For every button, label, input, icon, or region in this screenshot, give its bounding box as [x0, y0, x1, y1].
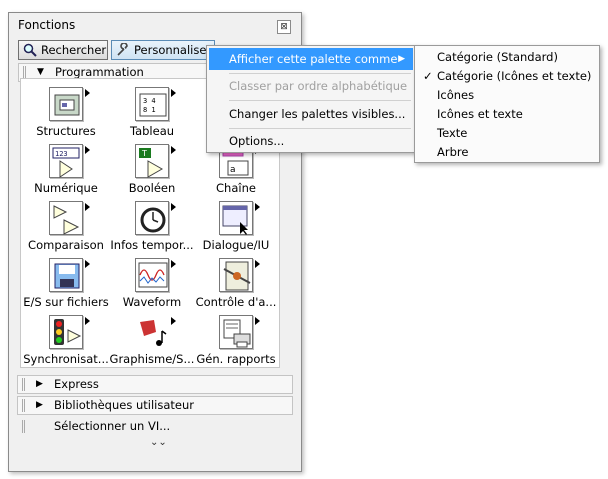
structures-icon	[49, 87, 90, 121]
grip-handle	[22, 378, 25, 391]
palette-item-graphics-sound[interactable]: Graphisme/S...	[109, 313, 195, 370]
palette-item-timing[interactable]: Infos tempor...	[109, 199, 195, 256]
wrench-icon	[117, 43, 128, 56]
palette-item-label: Structures	[36, 124, 96, 138]
svg-text:3 4: 3 4	[143, 97, 156, 105]
waveform-icon	[135, 258, 176, 292]
svg-text:T: T	[141, 149, 147, 158]
customize-button-label: Personnaliser	[134, 43, 212, 57]
palette-item-label: Synchronisat...	[23, 352, 109, 366]
customize-button[interactable]: Personnaliser	[111, 40, 215, 60]
palette-item-label: Chaîne	[216, 181, 256, 195]
palette-item-comparison[interactable]: Comparaison	[23, 199, 109, 256]
palette-item-app-control[interactable]: Contrôle d'a...	[193, 256, 279, 313]
section-user-libraries[interactable]: ▶ Bibliothèques utilisateur	[17, 396, 293, 415]
context-menu: Afficher cette palette comme ▶ Classer p…	[206, 45, 416, 153]
palette-item-dialog[interactable]: Dialogue/IU	[193, 199, 279, 256]
submenu-item-category-standard[interactable]: Catégorie (Standard)	[417, 48, 597, 67]
menu-separator	[229, 128, 411, 129]
submenu-item-label: Catégorie (Icônes et texte)	[437, 69, 592, 83]
section-user-libraries-label: Bibliothèques utilisateur	[54, 398, 195, 412]
select-vi-label: Sélectionner un VI...	[54, 419, 171, 433]
palette-item-label: Dialogue/IU	[202, 238, 270, 252]
palette-item-label: E/S sur fichiers	[23, 295, 109, 309]
submenu-item-label: Icônes	[437, 88, 475, 102]
close-button[interactable]: ⊠	[277, 20, 291, 34]
timing-icon	[135, 201, 176, 235]
report-generation-icon	[219, 315, 260, 349]
app-control-icon	[219, 258, 260, 292]
palette-item-waveform[interactable]: Waveform	[109, 256, 195, 313]
view-as-submenu: Catégorie (Standard) ✓ Catégorie (Icônes…	[414, 45, 600, 163]
palette-item-numeric[interactable]: 123 Numérique	[23, 142, 109, 199]
comparison-icon	[49, 201, 90, 235]
check-mark-icon: ✓	[423, 69, 433, 83]
submenu-item-label: Texte	[437, 126, 468, 140]
menu-separator	[229, 73, 411, 74]
magnifier-icon	[23, 43, 37, 57]
palette-item-label: Booléen	[128, 181, 176, 195]
synchronization-icon	[49, 315, 90, 349]
palette-item-structures[interactable]: Structures	[23, 85, 109, 142]
svg-text:123: 123	[55, 150, 68, 158]
menu-item-change-visible-palettes[interactable]: Changer les palettes visibles...	[209, 103, 413, 125]
palette-item-label: Gén. rapports	[196, 352, 276, 366]
palette-item-label: Waveform	[122, 295, 182, 309]
collapsed-triangle-icon: ▶	[36, 379, 43, 389]
section-programming-label: Programmation	[55, 65, 144, 79]
array-icon: 3 48 1	[135, 87, 176, 121]
more-chevron-icon[interactable]: ⌄⌄	[150, 437, 167, 448]
menu-item-label: Changer les palettes visibles...	[229, 107, 406, 121]
submenu-item-icons-and-text[interactable]: Icônes et texte	[417, 105, 597, 124]
search-button-label: Rechercher	[41, 43, 107, 57]
submenu-item-label: Catégorie (Standard)	[437, 50, 558, 64]
graphics-sound-icon	[135, 315, 176, 349]
svg-text:8 1: 8 1	[143, 106, 156, 114]
palette-item-synchronization[interactable]: Synchronisat...	[23, 313, 109, 370]
section-express-label: Express	[54, 377, 99, 391]
submenu-item-icons[interactable]: Icônes	[417, 86, 597, 105]
grip-handle	[22, 420, 25, 433]
dialog-icon	[219, 201, 260, 235]
submenu-arrow-icon: ▶	[398, 54, 405, 64]
palette-item-label: Comparaison	[28, 238, 104, 252]
submenu-item-label: Icônes et texte	[437, 107, 523, 121]
menu-item-options[interactable]: Options...	[209, 130, 413, 152]
palette-item-label: Graphisme/S...	[109, 352, 195, 366]
menu-item-label: Options...	[229, 134, 285, 148]
collapsed-triangle-icon: ▶	[36, 400, 43, 410]
search-button[interactable]: Rechercher	[18, 40, 108, 60]
submenu-item-tree[interactable]: Arbre	[417, 143, 597, 162]
submenu-item-text[interactable]: Texte	[417, 124, 597, 143]
numeric-icon: 123	[49, 144, 90, 178]
section-express[interactable]: ▶ Express	[17, 375, 293, 394]
select-vi-item[interactable]: Sélectionner un VI...	[17, 417, 293, 436]
palette-item-label: Infos tempor...	[110, 238, 194, 252]
menu-separator	[229, 100, 411, 101]
submenu-item-label: Arbre	[437, 145, 469, 159]
grip-handle	[22, 399, 25, 412]
menu-item-label: Afficher cette palette comme	[229, 52, 398, 66]
menu-item-show-palette-as[interactable]: Afficher cette palette comme ▶	[209, 48, 413, 70]
file-io-icon	[49, 258, 90, 292]
palette-title: Fonctions	[18, 18, 76, 32]
palette-item-label: Tableau	[129, 124, 175, 138]
menu-item-sort-alphabetical: Classer par ordre alphabétique	[209, 75, 413, 97]
palette-item-report-generation[interactable]: Gén. rapports	[193, 313, 279, 370]
palette-item-file-io[interactable]: E/S sur fichiers	[23, 256, 109, 313]
submenu-item-category-icons-text[interactable]: ✓ Catégorie (Icônes et texte)	[417, 67, 597, 86]
svg-text:a: a	[230, 165, 236, 175]
palette-item-label: Numérique	[34, 181, 98, 195]
palette-item-array[interactable]: 3 48 1 Tableau	[109, 85, 195, 142]
menu-item-label: Classer par ordre alphabétique	[229, 79, 408, 93]
palette-item-label: Contrôle d'a...	[195, 295, 277, 309]
boolean-icon: T	[135, 144, 176, 178]
palette-item-boolean[interactable]: T Booléen	[109, 142, 195, 199]
